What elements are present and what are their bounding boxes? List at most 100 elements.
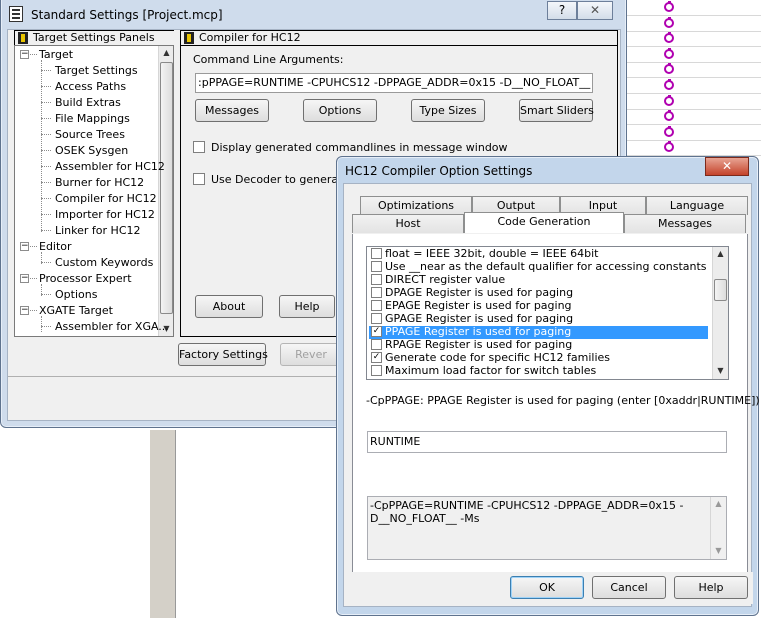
tree-group[interactable]: Editor [39, 240, 72, 253]
tree-connector [41, 86, 51, 87]
app-icon [9, 6, 23, 22]
scroll-thumb[interactable] [160, 62, 173, 314]
close-title-button[interactable]: ✕ [577, 1, 613, 20]
checked-checkbox[interactable]: ✓ [371, 352, 382, 363]
tree-connector [41, 102, 51, 103]
scroll-up-arrow-icon[interactable]: ▲ [712, 497, 725, 511]
display-cmdlines-label: Display generated commandlines in messag… [211, 141, 508, 154]
background-panel-edge [150, 430, 176, 618]
tree-item[interactable]: Options [55, 288, 97, 301]
tree-group[interactable]: XGATE Target [39, 304, 113, 317]
type-sizes-button[interactable]: Type Sizes [411, 99, 485, 122]
background-file-row [626, 47, 761, 63]
tree-item[interactable]: Access Paths [55, 80, 126, 93]
cmdline-input[interactable]: :pPPAGE=RUNTIME -CPUHCS12 -DPPAGE_ADDR=0… [195, 73, 593, 93]
use-decoder-checkbox[interactable] [193, 173, 205, 185]
scroll-down-arrow-icon[interactable]: ▼ [712, 544, 725, 558]
collapse-icon[interactable]: − [20, 50, 29, 59]
options-list[interactable]: ▲ ▼ float = IEEE 32bit, double = IEEE 64… [366, 246, 729, 380]
tab-host[interactable]: Host [352, 214, 464, 233]
collapse-icon[interactable]: − [20, 242, 29, 251]
tree-group[interactable]: Target [39, 48, 73, 61]
background-file-row [626, 109, 761, 126]
tree-item[interactable]: Custom Keywords [55, 256, 153, 269]
option-value-input[interactable]: RUNTIME [367, 431, 727, 453]
background-file-row [626, 125, 761, 141]
tree-connector [41, 262, 51, 263]
tree-item[interactable]: Burner for HC12 [55, 176, 144, 189]
collapse-icon[interactable]: − [20, 306, 29, 315]
revert-button[interactable]: Rever [280, 343, 342, 366]
preview-scrollbar[interactable]: ▲ ▼ [710, 497, 726, 559]
scroll-up-arrow-icon[interactable]: ▲ [160, 46, 173, 60]
factory-settings-button[interactable]: Factory Settings [178, 343, 268, 366]
option-checkbox[interactable] [371, 287, 382, 298]
help-button[interactable]: Help [279, 295, 335, 318]
settings-tree[interactable]: ▲ ▼ Target − Target Settings Access Paths Bu… [14, 45, 174, 337]
background-file-row [626, 140, 761, 157]
option-checkbox[interactable] [371, 339, 382, 350]
dialog-client-area: Optimizations Output Input Language Host Code… [343, 183, 760, 607]
tree-connector [41, 134, 51, 135]
tab-messages[interactable]: Messages [624, 214, 746, 233]
button-bar: OK Cancel Help [344, 572, 753, 604]
tree-item[interactable]: File Mappings [55, 112, 130, 125]
flag-icon [18, 32, 28, 44]
tree-item[interactable]: Importer for HC12 [55, 208, 155, 221]
collapse-icon[interactable]: − [20, 274, 29, 283]
tree-item[interactable]: Linker for HC12 [55, 224, 141, 237]
tree-connector [41, 230, 51, 231]
tree-item[interactable]: Target Settings [55, 64, 138, 77]
option-checkbox[interactable] [371, 248, 382, 259]
tree-item[interactable]: Source Trees [55, 128, 125, 141]
background-file-list [626, 0, 761, 160]
messages-button[interactable]: Messages [195, 99, 269, 122]
option-checkbox[interactable] [371, 365, 382, 376]
tree-connector [41, 284, 42, 296]
tree-connector [41, 60, 42, 232]
scroll-down-arrow-icon[interactable]: ▼ [714, 364, 727, 378]
tree-connector [41, 70, 51, 71]
tab-code-generation[interactable]: Code Generation [464, 212, 624, 233]
display-cmdlines-checkbox[interactable] [193, 141, 205, 153]
options-scrollbar[interactable]: ▲ ▼ [712, 247, 728, 379]
tree-scrollbar[interactable]: ▲ ▼ [158, 46, 173, 336]
refresh-icon [664, 32, 674, 44]
tab-optimizations[interactable]: Optimizations [360, 196, 472, 215]
option-checkbox[interactable] [371, 300, 382, 311]
tree-item[interactable]: Assembler for XGA... [55, 320, 169, 333]
option-row[interactable]: Maximum load factor for switch tables [369, 365, 708, 378]
about-button[interactable]: About [195, 295, 263, 318]
help-button[interactable]: Help [674, 576, 748, 599]
ok-button[interactable]: OK [510, 576, 584, 599]
refresh-icon [664, 94, 674, 106]
command-preview[interactable]: -CpPPAGE=RUNTIME -CPUHCS12 -DPPAGE_ADDR=… [367, 496, 727, 560]
checked-checkbox[interactable]: ✓ [371, 326, 382, 337]
tree-item[interactable]: Assembler for HC12 [55, 160, 165, 173]
tree-connector [41, 214, 51, 215]
background-file-row [626, 94, 761, 110]
tree-connector [30, 246, 37, 247]
scroll-up-arrow-icon[interactable]: ▲ [714, 247, 727, 261]
help-title-button[interactable]: ? [547, 1, 577, 20]
panel-title: Compiler for HC12 [180, 30, 618, 46]
option-checkbox[interactable] [371, 261, 382, 272]
window-title: Standard Settings [Project.mcp] [31, 8, 223, 22]
smart-sliders-button[interactable]: Smart Sliders [519, 99, 594, 122]
tree-group[interactable]: Processor Expert [39, 272, 132, 285]
refresh-icon [664, 1, 674, 12]
cancel-button[interactable]: Cancel [592, 576, 666, 599]
tree-connector [30, 54, 37, 55]
dialog-close-button[interactable]: ✕ [705, 157, 749, 176]
tree-connector [41, 316, 42, 332]
option-checkbox[interactable] [371, 274, 382, 285]
tree-connector [30, 278, 37, 279]
refresh-icon [664, 125, 674, 137]
option-checkbox[interactable] [371, 313, 382, 324]
scroll-thumb[interactable] [714, 279, 727, 301]
tab-language[interactable]: Language [646, 196, 748, 215]
tree-item[interactable]: Build Extras [55, 96, 121, 109]
tree-item[interactable]: OSEK Sysgen [55, 144, 128, 157]
tree-item[interactable]: Compiler for HC12 [55, 192, 157, 205]
options-button[interactable]: Options [303, 99, 377, 122]
